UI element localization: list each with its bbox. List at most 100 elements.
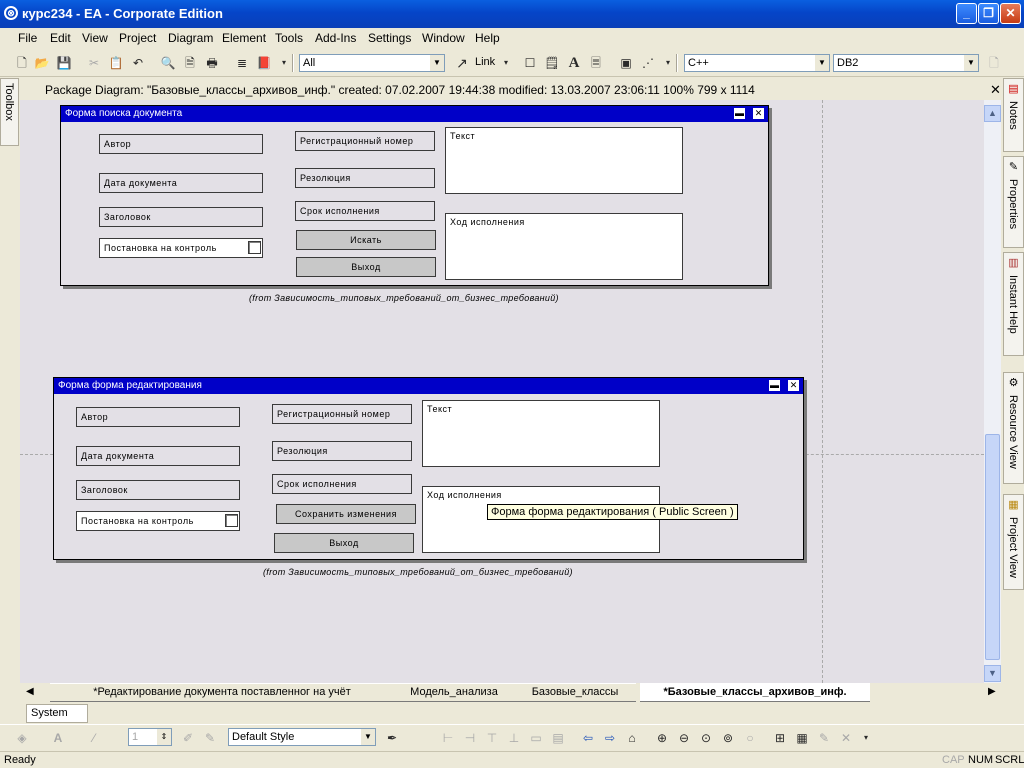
zoom-out-icon[interactable]: ⊖ xyxy=(676,730,692,746)
tool-icon[interactable]: ✎ xyxy=(816,730,832,746)
new-file-icon[interactable]: 🗋 xyxy=(14,55,30,71)
notes-icon[interactable]: ≣ xyxy=(234,55,250,71)
book-icon[interactable]: 📕 xyxy=(256,55,272,71)
due-date-field[interactable]: Срок исполнения xyxy=(272,474,412,494)
tab-analysis-model[interactable]: Модель_анализа xyxy=(394,683,514,702)
navigate-back-icon[interactable]: ⇦ xyxy=(580,730,596,746)
chevron-down-icon[interactable]: ▼ xyxy=(964,55,978,71)
menu-view[interactable]: View xyxy=(82,31,108,45)
pen-icon[interactable]: ✒ xyxy=(384,730,400,746)
tab-base-classes-archives[interactable]: *Базовые_классы_архивов_инф. xyxy=(640,683,870,702)
menu-tools[interactable]: Tools xyxy=(275,31,303,45)
control-checkbox[interactable] xyxy=(225,514,238,527)
brush-icon[interactable]: ✎ xyxy=(202,730,218,746)
menu-settings[interactable]: Settings xyxy=(368,31,411,45)
close-diagram-icon[interactable]: ✕ xyxy=(990,82,1001,98)
save-icon[interactable]: 💾 xyxy=(56,55,72,71)
registration-number-field[interactable]: Регистрационный номер xyxy=(272,404,412,424)
page-icon[interactable]: 🗋 xyxy=(986,55,1002,71)
control-checkbox-field[interactable]: Постановка на контроль xyxy=(76,511,240,531)
tab-base-classes[interactable]: Базовые_классы xyxy=(514,683,636,702)
control-checkbox-field[interactable]: Постановка на контроль xyxy=(99,238,263,258)
database-combo[interactable]: DB2 ▼ xyxy=(833,54,979,72)
paste-icon[interactable]: 📋 xyxy=(108,55,124,71)
vertical-scrollbar[interactable]: ▲ ▼ xyxy=(984,100,1001,683)
resource-view-tab[interactable]: ⚙ Resource View xyxy=(1003,372,1024,484)
close-button[interactable]: ✕ xyxy=(1000,3,1021,24)
resolution-field[interactable]: Резолюция xyxy=(295,168,435,188)
minimize-button[interactable]: _ xyxy=(956,3,977,24)
stepper-icon[interactable]: ⇕ xyxy=(157,729,171,745)
text-icon[interactable]: A xyxy=(566,55,582,71)
menu-project[interactable]: Project xyxy=(119,31,156,45)
print-preview-icon[interactable]: 🔍 xyxy=(160,55,176,71)
text-area[interactable]: Текст xyxy=(445,127,683,194)
menu-file[interactable]: File xyxy=(18,31,37,45)
notes-tab[interactable]: ▤ Notes xyxy=(1003,78,1024,152)
document-icon[interactable]: 🗏 xyxy=(588,55,604,71)
scroll-down-icon[interactable]: ▼ xyxy=(984,665,1001,682)
scroll-up-icon[interactable]: ▲ xyxy=(984,105,1001,122)
form-title-bar[interactable]: Форма форма редактирования ▬ ✕ xyxy=(54,378,803,394)
grid-icon[interactable]: ▦ xyxy=(794,730,810,746)
chevron-down-icon[interactable]: ▼ xyxy=(430,55,444,71)
heading-field[interactable]: Заголовок xyxy=(76,480,240,500)
fill-color-icon[interactable]: ◈ xyxy=(14,730,30,746)
tabs-scroll-left-icon[interactable]: ◀ xyxy=(26,686,34,697)
toolbar-overflow3-icon[interactable]: ▾ xyxy=(858,730,874,746)
registration-number-field[interactable]: Регистрационный номер xyxy=(295,131,435,151)
tabs-scroll-right-icon[interactable]: ▶ xyxy=(988,686,996,697)
menu-window[interactable]: Window xyxy=(422,31,465,45)
align-top-icon[interactable]: ⊤ xyxy=(484,730,500,746)
form-minimize-icon[interactable]: ▬ xyxy=(769,380,780,391)
menu-element[interactable]: Element xyxy=(222,31,266,45)
exit-button[interactable]: Выход xyxy=(274,533,414,553)
chevron-down-icon[interactable]: ▼ xyxy=(815,55,829,71)
zoom-100-icon[interactable]: ⊚ xyxy=(720,730,736,746)
system-tab[interactable]: System xyxy=(26,704,88,723)
search-button[interactable]: Искать xyxy=(296,230,436,250)
note-element-icon[interactable]: 🗒 xyxy=(544,55,560,71)
text-area[interactable]: Текст xyxy=(422,400,660,467)
link-dropdown-icon[interactable]: ▾ xyxy=(498,55,514,71)
print-icon[interactable]: 🖶 xyxy=(204,55,220,71)
format-painter-icon[interactable]: ✐ xyxy=(180,730,196,746)
open-folder-icon[interactable]: 📂 xyxy=(34,55,50,71)
link-label[interactable]: Link xyxy=(475,56,495,68)
heading-field[interactable]: Заголовок xyxy=(99,207,263,227)
form-minimize-icon[interactable]: ▬ xyxy=(734,108,745,119)
scroll-thumb[interactable] xyxy=(985,434,1000,660)
menu-help[interactable]: Help xyxy=(475,31,500,45)
document-date-field[interactable]: Дата документа xyxy=(99,173,263,193)
connector-icon[interactable]: ⋰ xyxy=(640,55,656,71)
control-checkbox[interactable] xyxy=(248,241,261,254)
line-color-icon[interactable]: ⁄ xyxy=(86,730,102,746)
zoom-fit-icon[interactable]: ⊙ xyxy=(698,730,714,746)
align-bottom-icon[interactable]: ⊥ xyxy=(506,730,522,746)
restore-button[interactable]: ❐ xyxy=(978,3,999,24)
link-arrow-icon[interactable]: ↗ xyxy=(454,55,470,71)
toolbox-tab[interactable]: Toolbox xyxy=(0,78,19,146)
home-icon[interactable]: ⌂ xyxy=(624,730,640,746)
cut-icon[interactable]: ✂ xyxy=(86,55,102,71)
resolution-field[interactable]: Резолюция xyxy=(272,441,412,461)
hierarchy-icon[interactable]: ⊞ xyxy=(772,730,788,746)
diagram-canvas[interactable]: Форма поиска документа ▬ ✕ Автор Дата до… xyxy=(20,100,984,683)
tab-document-registration[interactable]: *Редактирование документа поставленног н… xyxy=(50,683,394,702)
due-date-field[interactable]: Срок исполнения xyxy=(295,201,435,221)
menu-diagram[interactable]: Diagram xyxy=(168,31,213,45)
form-title-bar[interactable]: Форма поиска документа ▬ ✕ xyxy=(61,106,768,122)
undo-icon[interactable]: ↶ xyxy=(130,55,146,71)
author-field[interactable]: Автор xyxy=(76,407,240,427)
progress-area[interactable]: Ход исполнения xyxy=(445,213,683,280)
package-icon[interactable]: ▣ xyxy=(618,55,634,71)
same-size-icon[interactable]: ▭ xyxy=(528,730,544,746)
form-close-icon[interactable]: ✕ xyxy=(753,108,764,119)
style-combo[interactable]: Default Style ▼ xyxy=(228,728,376,746)
menu-edit[interactable]: Edit xyxy=(50,31,71,45)
align-left-icon[interactable]: ⊢ xyxy=(440,730,456,746)
edit-form-element[interactable]: Форма форма редактирования ▬ ✕ Автор Дат… xyxy=(53,377,804,560)
project-view-tab[interactable]: ▦ Project View xyxy=(1003,494,1024,590)
rectangle-icon[interactable]: ☐ xyxy=(522,55,538,71)
toolbar-overflow-icon[interactable]: ▾ xyxy=(276,55,292,71)
